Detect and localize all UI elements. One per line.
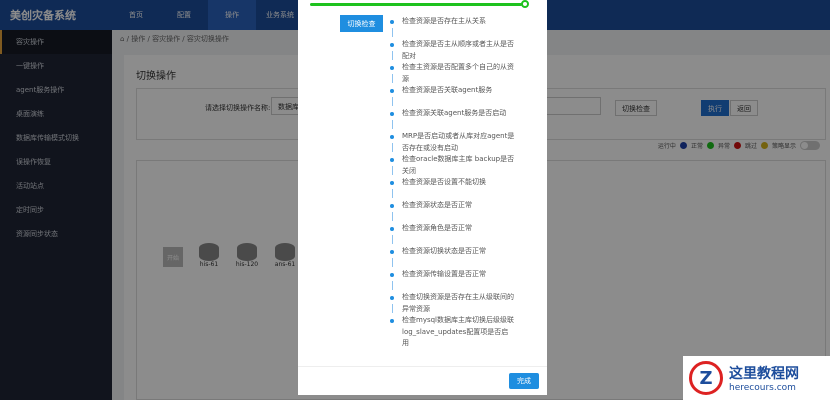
watermark-url: herecours.com [729, 383, 796, 393]
done-button[interactable]: 完成 [509, 373, 539, 389]
check-step: 检查oracle数据库主库 backup是否关闭 [390, 154, 515, 177]
check-step: 检查资源关联agent服务是否启动 [390, 108, 515, 131]
check-step: 检查资源传输设置是否正常 [390, 269, 515, 292]
check-step: 检查资源角色是否正常 [390, 223, 515, 246]
progress-bar [310, 3, 522, 6]
check-step: 检查切换资源是否存在主从级联间的异常资源 [390, 292, 515, 315]
check-step: 检查资源是否关联agent服务 [390, 85, 515, 108]
check-step: 检查资源是否设置不能切换 [390, 177, 515, 200]
check-step: MRP是否启动或者从库对应agent是否存在或没有启动 [390, 131, 515, 154]
check-step: 检查资源状态是否正常 [390, 200, 515, 223]
watermark-logo-icon: Z [689, 361, 723, 395]
watermark-title: 这里教程网 [729, 366, 799, 382]
modal-footer-divider [298, 366, 547, 367]
progress-end-dot [521, 0, 529, 8]
switch-check-tag: 切换检查 [340, 15, 383, 32]
switch-check-modal: 切换检查 检查资源是否存在主从关系 检查资源是否主从顺序或者主从是否配对 检查主… [298, 0, 547, 395]
check-step: 检查资源是否主从顺序或者主从是否配对 [390, 39, 515, 62]
check-steps: 检查资源是否存在主从关系 检查资源是否主从顺序或者主从是否配对 检查主资源是否配… [390, 16, 515, 350]
check-step: 检查资源是否存在主从关系 [390, 16, 515, 39]
check-step: 检查主资源是否配置多个自己的从资源 [390, 62, 515, 85]
watermark: Z 这里教程网 herecours.com [683, 356, 830, 400]
check-step: 检查资源切换状态是否正常 [390, 246, 515, 269]
check-step: 检查mysql数据库主库切换后级级联log_slave_updates配置项是否… [390, 315, 515, 350]
